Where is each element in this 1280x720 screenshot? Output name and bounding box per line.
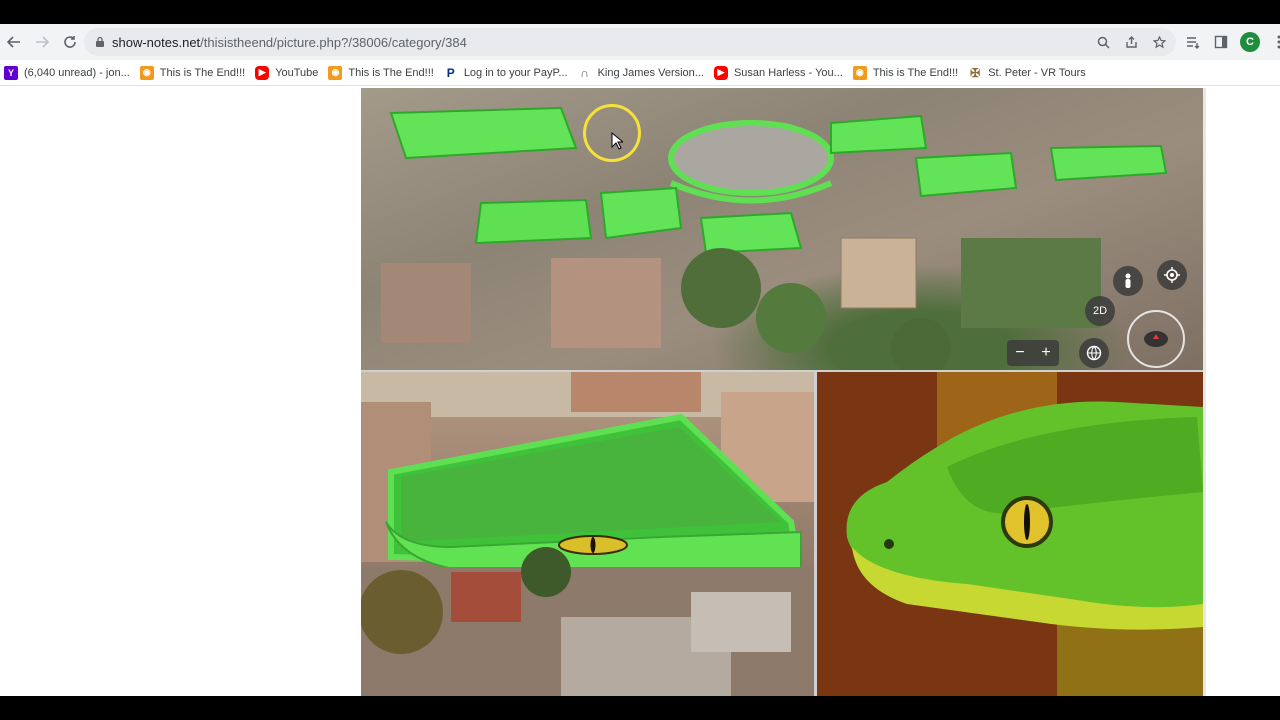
- compass-control[interactable]: [1127, 310, 1185, 368]
- toolbar-right: C: [1184, 28, 1280, 56]
- main-picture[interactable]: 2D − +: [361, 88, 1206, 696]
- bookmark-label: St. Peter - VR Tours: [988, 66, 1086, 79]
- url-text: show-notes.net/thisistheend/picture.php?…: [112, 35, 467, 50]
- crosshair-icon: [1164, 267, 1180, 283]
- aerial-map-view[interactable]: 2D − +: [361, 88, 1203, 370]
- yahoo-mail-icon: Y: [4, 65, 18, 80]
- paypal-icon: P: [443, 65, 458, 80]
- reading-list-icon[interactable]: [1184, 33, 1202, 51]
- lock-icon: [96, 36, 104, 47]
- bookmark-item[interactable]: Y (6,040 unread) - jon...: [4, 62, 140, 84]
- zoom-in-button[interactable]: +: [1041, 344, 1050, 362]
- bookmark-item[interactable]: ∩ King James Version...: [577, 62, 714, 84]
- bookmark-star-icon[interactable]: [1150, 33, 1168, 51]
- bookmark-item[interactable]: ◉ This is The End!!!: [139, 62, 255, 84]
- street-view-pegman-button[interactable]: [1113, 266, 1143, 296]
- browser-window: show-notes.net/thisistheend/picture.php?…: [0, 24, 1280, 696]
- zoom-icon[interactable]: [1094, 33, 1112, 51]
- church-icon: ✠: [968, 65, 983, 80]
- bookmark-item[interactable]: ✠ St. Peter - VR Tours: [968, 62, 1096, 84]
- share-icon[interactable]: [1122, 33, 1140, 51]
- bookmark-label: Log in to your PayP...: [463, 66, 568, 79]
- reload-icon: [64, 36, 76, 48]
- arrow-right-icon: [36, 36, 49, 48]
- zoom-out-button[interactable]: −: [1015, 344, 1024, 362]
- menu-kebab-icon[interactable]: [1270, 33, 1280, 51]
- aerial-map-drawing: [381, 106, 1168, 370]
- reload-button[interactable]: [56, 28, 84, 56]
- bookmark-item[interactable]: ▶ YouTube: [255, 62, 328, 84]
- youtube-icon: ▶: [255, 65, 270, 80]
- bookmarks-bar: Y (6,040 unread) - jon... ◉ This is The En…: [0, 60, 1280, 86]
- browser-toolbar: show-notes.net/thisistheend/picture.php?…: [0, 24, 1280, 60]
- bookmark-label: This is The End!!!: [872, 66, 959, 79]
- snake-drawing: [817, 372, 1203, 696]
- address-bar[interactable]: show-notes.net/thisistheend/picture.php?…: [84, 28, 1176, 56]
- mouse-pointer-icon: [611, 132, 623, 150]
- green-roof-closeup: [361, 372, 814, 696]
- back-button[interactable]: [0, 28, 28, 56]
- pegman-icon: [1125, 273, 1131, 288]
- headphones-icon: ∩: [577, 65, 592, 80]
- compass-icon: [1144, 331, 1168, 347]
- bookmark-item[interactable]: ◉ This is The End!!!: [328, 62, 443, 84]
- bookmark-item[interactable]: ◉ This is The End!!!: [852, 62, 968, 84]
- bookmark-item[interactable]: P Log in to your PayP...: [443, 62, 578, 84]
- forward-button[interactable]: [28, 28, 56, 56]
- globe-layer-button[interactable]: [1079, 338, 1109, 368]
- profile-avatar[interactable]: C: [1240, 32, 1260, 52]
- youtube-icon: ▶: [713, 65, 728, 80]
- bookmark-label: This is The End!!!: [348, 66, 434, 79]
- bookmark-label: This is The End!!!: [159, 66, 246, 79]
- bookmark-label: YouTube: [275, 66, 319, 79]
- camera-icon: ◉: [328, 65, 343, 80]
- omnibox-actions: [1094, 28, 1168, 56]
- bookmark-item[interactable]: ▶ Susan Harless - You...: [713, 62, 853, 84]
- bookmark-label: (6,040 unread) - jon...: [24, 66, 130, 79]
- bookmark-label: King James Version...: [597, 66, 704, 79]
- view-2d-button[interactable]: 2D: [1085, 296, 1115, 326]
- zoom-controls: − +: [1007, 340, 1059, 366]
- green-snake-photo: [817, 372, 1203, 696]
- bookmark-label: Susan Harless - You...: [733, 66, 843, 79]
- page-content: 2D − +: [0, 86, 1280, 696]
- url-domain: show-notes.net: [112, 34, 201, 50]
- url-path: /thisistheend/picture.php?/38006/categor…: [200, 34, 467, 50]
- camera-icon: ◉: [852, 65, 867, 80]
- green-roof-drawing: [361, 372, 814, 696]
- camera-icon: ◉: [139, 65, 154, 80]
- globe-icon: [1086, 345, 1102, 361]
- side-panel-icon[interactable]: [1212, 33, 1230, 51]
- my-location-button[interactable]: [1157, 260, 1187, 290]
- arrow-left-icon: [7, 36, 20, 48]
